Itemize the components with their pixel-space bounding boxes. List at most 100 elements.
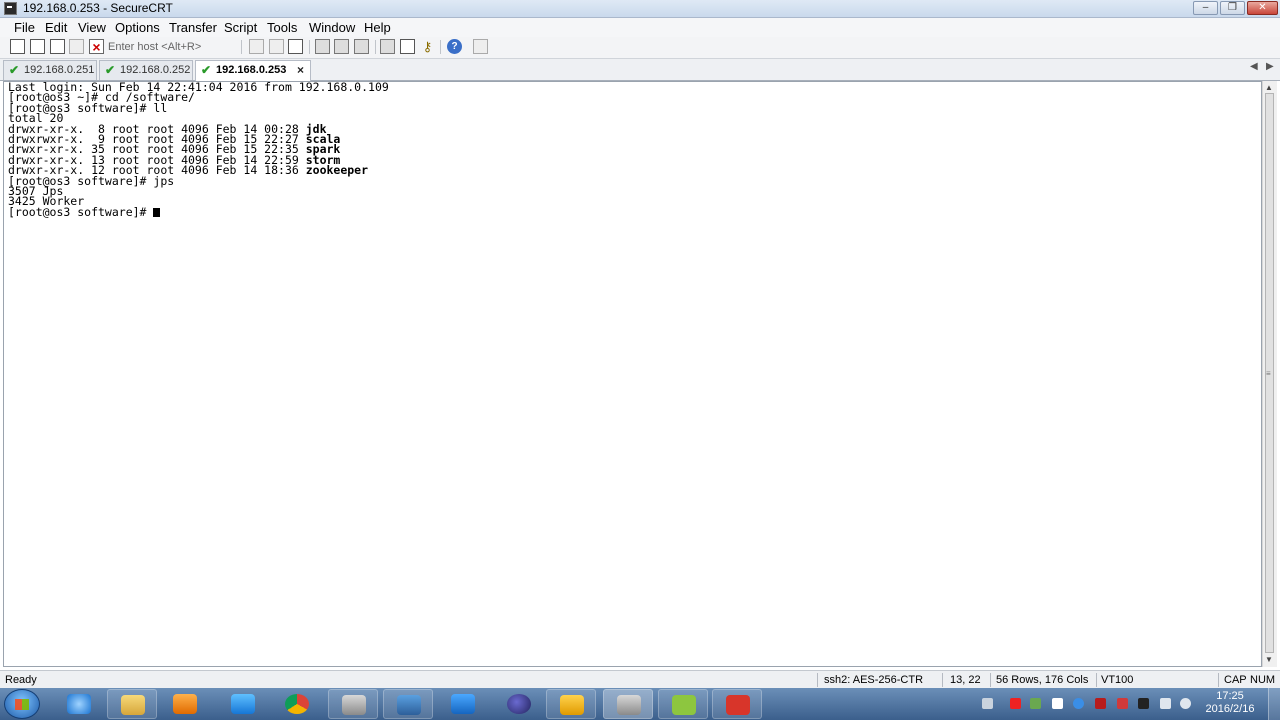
minimize-button[interactable]: –: [1193, 1, 1218, 15]
pen-icon: [451, 694, 475, 714]
status-num-lock: NUM: [1250, 674, 1276, 686]
reconnect-icon[interactable]: [69, 39, 84, 54]
cloud-icon: [231, 694, 255, 714]
scroll-down-icon[interactable]: ▼: [1265, 655, 1273, 664]
session-tabs: ✔ 192.168.0.251 ✔ 192.168.0.252 ✔ 192.16…: [0, 59, 1280, 81]
keymap-editor-icon[interactable]: [473, 39, 488, 54]
security-icon[interactable]: [1095, 698, 1106, 709]
tab-192-168-0-253[interactable]: ✔ 192.168.0.253 ×: [195, 60, 311, 81]
session-options-icon[interactable]: [380, 39, 395, 54]
clock-date: 2016/2/16: [1205, 703, 1255, 715]
antivirus-icon[interactable]: [1117, 698, 1128, 709]
internet-explorer-icon: [67, 694, 91, 714]
status-bar: Ready ssh2: AES-256-CTR 13, 22 56 Rows, …: [0, 670, 1280, 689]
menu-file[interactable]: File: [14, 20, 35, 35]
toolbar-separator: [440, 40, 441, 54]
status-divider: [990, 673, 991, 687]
internet-explorer-taskbar-button[interactable]: [54, 689, 104, 719]
scroll-up-icon[interactable]: ▲: [1265, 83, 1273, 92]
title-bar: 192.168.0.253 - SecureCRT – ❐ ✕: [0, 0, 1280, 18]
media-player-taskbar-button[interactable]: [160, 689, 210, 719]
status-rows-cols: 56 Rows, 176 Cols: [996, 674, 1089, 686]
connect-icon[interactable]: [10, 39, 25, 54]
show-desktop-button[interactable]: [1268, 688, 1280, 720]
restore-button[interactable]: ❐: [1220, 1, 1245, 15]
keymap-icon[interactable]: ⚷: [420, 39, 435, 54]
menu-options[interactable]: Options: [115, 20, 160, 35]
quick-connect-icon[interactable]: [30, 39, 45, 54]
text-cursor: [153, 207, 161, 217]
lock-icon: [397, 695, 421, 715]
tab-scroll-left-icon[interactable]: ◀: [1250, 61, 1258, 72]
file-explorer-taskbar-button[interactable]: [107, 689, 157, 719]
menu-bar: File Edit View Options Transfer Script T…: [0, 18, 1280, 37]
myeclipse-icon: [672, 695, 696, 715]
status-cipher: ssh2: AES-256-CTR: [824, 674, 924, 686]
network-app-icon[interactable]: [1030, 698, 1041, 709]
tab-scroll-right-icon[interactable]: ▶: [1266, 61, 1274, 72]
host-input[interactable]: Enter host <Alt+R>: [108, 39, 238, 55]
securecrt-icon: [617, 695, 641, 715]
print-icon[interactable]: [315, 39, 330, 54]
menu-script[interactable]: Script: [224, 20, 257, 35]
securecrt-icon: [342, 695, 366, 715]
securecrt-taskbar-button[interactable]: [328, 689, 378, 719]
tab-label: 192.168.0.253: [216, 64, 287, 76]
keyboard-icon[interactable]: [982, 698, 993, 709]
paste-icon[interactable]: [269, 39, 284, 54]
print-setup-icon[interactable]: [354, 39, 369, 54]
baidu-netdisk-taskbar-button[interactable]: [218, 689, 268, 719]
status-cursor-position: 13, 22: [950, 674, 981, 686]
connect-tab-icon[interactable]: [50, 39, 65, 54]
copy-icon[interactable]: [249, 39, 264, 54]
terminal-area[interactable]: Last login: Sun Feb 14 22:41:04 2016 fro…: [3, 81, 1262, 667]
terminal-scrollbar[interactable]: ▲ ≡ ▼: [1262, 81, 1277, 667]
connected-check-icon: ✔: [201, 63, 212, 77]
disconnect-icon[interactable]: ×: [89, 39, 104, 54]
folder-icon: [121, 695, 145, 715]
securecrt-app-icon[interactable]: [4, 2, 17, 15]
global-options-icon[interactable]: [400, 39, 415, 54]
window-title: 192.168.0.253 - SecureCRT: [23, 1, 173, 15]
tab-192-168-0-252[interactable]: ✔ 192.168.0.252: [99, 60, 193, 80]
toolbar: × Enter host <Alt+R> ⚷ ?: [0, 37, 1280, 59]
connected-check-icon: ✔: [9, 63, 20, 77]
media-player-icon: [173, 694, 197, 714]
chrome-taskbar-button[interactable]: [272, 689, 322, 719]
menu-help[interactable]: Help: [364, 20, 391, 35]
menu-view[interactable]: View: [78, 20, 106, 35]
menu-tools[interactable]: Tools: [267, 20, 297, 35]
menu-window[interactable]: Window: [309, 20, 355, 35]
pen-app-taskbar-button[interactable]: [438, 689, 488, 719]
status-divider: [817, 673, 818, 687]
help-icon[interactable]: ?: [447, 39, 462, 54]
taskbar-clock[interactable]: 17:25 2016/2/16: [1200, 690, 1260, 716]
windows-icon[interactable]: [1052, 698, 1063, 709]
myeclipse-taskbar-button[interactable]: [658, 689, 708, 719]
status-emulation: VT100: [1101, 674, 1134, 686]
tray-app-icon[interactable]: [1073, 698, 1084, 709]
toolbar-separator: [241, 40, 242, 54]
tab-192-168-0-251[interactable]: ✔ 192.168.0.251: [3, 60, 97, 80]
close-button[interactable]: ✕: [1247, 1, 1278, 15]
eclipse-taskbar-button[interactable]: [494, 689, 544, 719]
tab-close-icon[interactable]: ×: [297, 61, 304, 79]
connected-check-icon: ✔: [105, 63, 116, 77]
lock-app-taskbar-button[interactable]: [383, 689, 433, 719]
network-icon[interactable]: [1160, 698, 1171, 709]
status-divider: [1096, 673, 1097, 687]
securecrt-active-taskbar-button[interactable]: [603, 689, 653, 719]
tray-icon[interactable]: [1138, 698, 1149, 709]
menu-transfer[interactable]: Transfer: [169, 20, 217, 35]
find-icon[interactable]: [288, 39, 303, 54]
print-selection-icon[interactable]: [334, 39, 349, 54]
virtualbox-taskbar-button[interactable]: [546, 689, 596, 719]
menu-edit[interactable]: Edit: [45, 20, 67, 35]
volume-icon[interactable]: [1180, 698, 1191, 709]
toolbar-separator: [375, 40, 376, 54]
scrollbar-grip-icon: ≡: [1266, 369, 1271, 378]
plus-icon[interactable]: [1010, 698, 1021, 709]
start-button[interactable]: [4, 689, 40, 719]
toolbar-separator: [309, 40, 310, 54]
wps-taskbar-button[interactable]: [712, 689, 762, 719]
